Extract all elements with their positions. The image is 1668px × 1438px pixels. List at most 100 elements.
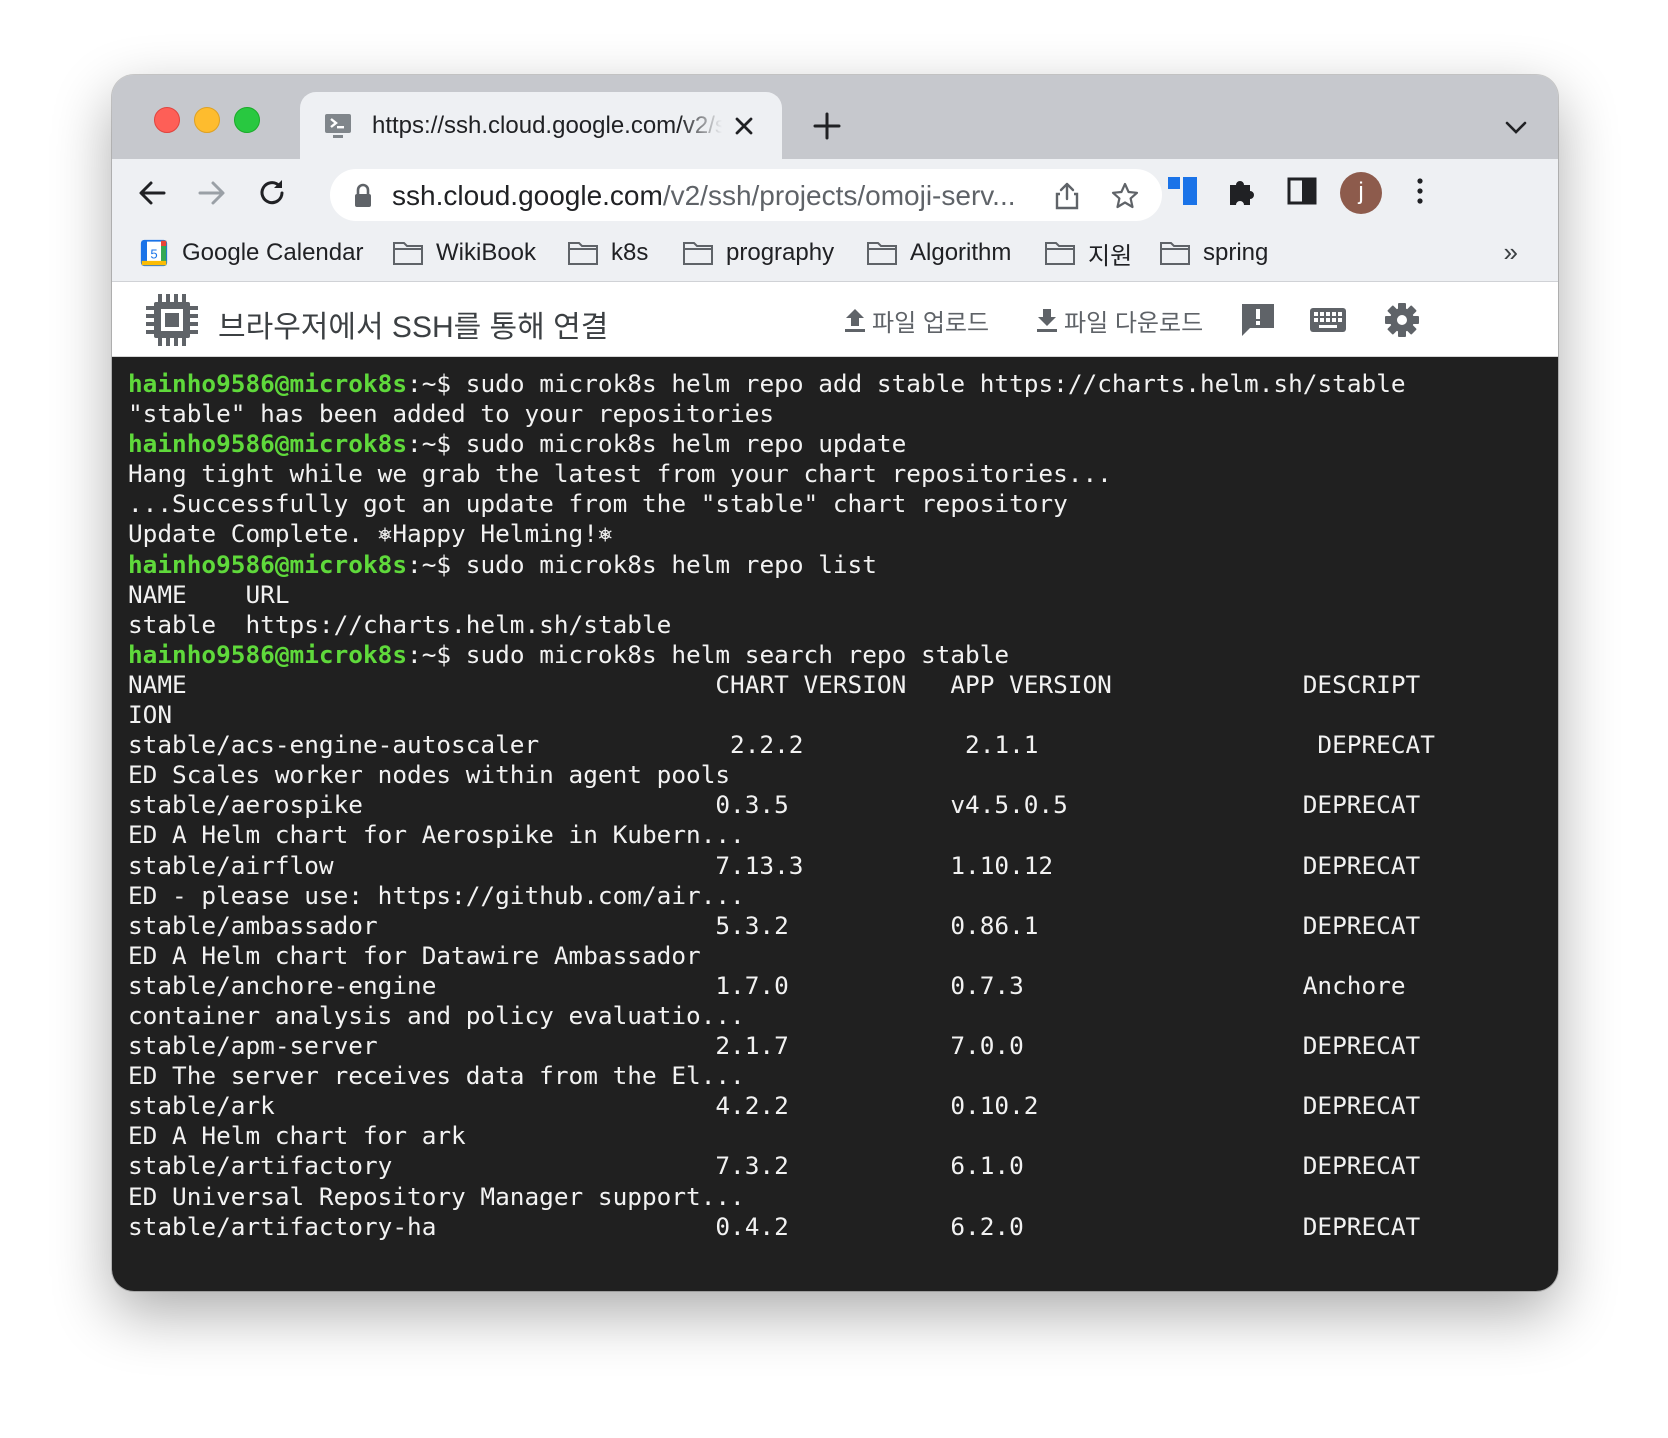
terminal-text: sudo microk8s helm repo update: [465, 429, 907, 459]
terminal-output-line: stable https://charts.helm.sh/stable: [128, 610, 1435, 640]
terminal-command-line: hainho9586@microk8s:~$ sudo microk8s hel…: [128, 550, 1435, 580]
close-tab-icon[interactable]: [728, 110, 760, 142]
terminal-text: ION: [128, 700, 173, 730]
terminal-output-line: ION: [128, 700, 1435, 730]
chevron-down-icon[interactable]: [1502, 115, 1530, 139]
bookmark-prography[interactable]: prography: [682, 235, 834, 271]
terminal-output-line: stable/ambassador 5.3.2 0.86.1 DEPRECAT: [128, 911, 1435, 941]
ssh-terminal[interactable]: hainho9586@microk8s:~$ sudo microk8s hel…: [112, 357, 1558, 1291]
terminal-text: "stable" has been added to your reposito…: [128, 399, 775, 429]
forward-icon[interactable]: [194, 175, 230, 211]
folder-icon: [1045, 242, 1075, 265]
folder-icon: [393, 242, 423, 265]
bookmark-jiwon[interactable]: 지원: [1044, 235, 1132, 271]
terminal-text: Hang tight while we grab the latest from…: [128, 459, 1112, 489]
bookmark-label: Algorithm: [910, 239, 1012, 266]
terminal-output-line: ...Successfully got an update from the "…: [128, 489, 1435, 519]
download-file-button[interactable]: 파일 다운로드: [1034, 304, 1204, 337]
profile-avatar[interactable]: j: [1340, 172, 1382, 214]
new-tab-icon[interactable]: [810, 109, 844, 143]
terminal-text: stable/acs-engine-autoscaler 2.2.2 2.1.1…: [128, 730, 1435, 760]
terminal-text: Update Complete. ⎈Happy Helming!⎈: [128, 519, 613, 549]
download-file-label: 파일 다운로드: [1064, 309, 1204, 337]
terminal-text: stable/ark 4.2.2 0.10.2 DEPRECAT: [128, 1091, 1421, 1121]
tab-strip: https://ssh.cloud.google.com/v2/ssh/proj…: [112, 75, 1558, 159]
zoom-window-button[interactable]: [234, 107, 260, 133]
terminal-command-line: hainho9586@microk8s:~$ sudo microk8s hel…: [128, 369, 1435, 399]
terminal-text: container analysis and policy evaluatio.…: [128, 1000, 745, 1030]
terminal-output-line: Update Complete. ⎈Happy Helming!⎈: [128, 519, 1435, 549]
bookmark-label: spring: [1203, 239, 1269, 266]
terminal-text: ED Scales worker nodes within agent pool…: [128, 760, 731, 790]
bookmarks-overflow-button[interactable]: »: [1504, 237, 1518, 268]
minimize-window-button[interactable]: [194, 107, 220, 133]
prompt-separator: :~$: [407, 429, 466, 459]
upload-file-label: 파일 업로드: [872, 309, 990, 337]
terminal-output-line: NAME CHART VERSION APP VERSION DESCRIPT: [128, 670, 1435, 700]
bookmark-label: prography: [726, 239, 835, 266]
bookmark-star-icon[interactable]: [1110, 181, 1140, 211]
lock-icon[interactable]: [352, 183, 374, 209]
terminal-text: stable/ambassador 5.3.2 0.86.1 DEPRECAT: [128, 910, 1421, 940]
terminal-text: ED The server receives data from the El.…: [128, 1061, 745, 1091]
terminal-text: ED A Helm chart for Datawire Ambassador: [128, 940, 701, 970]
terminal-output[interactable]: hainho9586@microk8s:~$ sudo microk8s hel…: [128, 369, 1435, 1242]
extensions-puzzle-icon[interactable]: [1224, 173, 1260, 209]
url-host: ssh.cloud.google.com: [392, 180, 663, 211]
folder-icon: [1160, 242, 1190, 265]
prompt-separator: :~$: [407, 369, 466, 398]
settings-gear-icon[interactable]: [1382, 300, 1422, 340]
terminal-text: stable/airflow 7.13.3 1.10.12 DEPRECAT: [128, 850, 1421, 880]
terminal-output-line: NAME URL: [128, 580, 1435, 610]
terminal-text: stable/artifactory 7.3.2 6.1.0 DEPRECAT: [128, 1151, 1421, 1181]
side-panel-icon[interactable]: [1284, 173, 1320, 209]
tab-active[interactable]: https://ssh.cloud.google.com/v2/ssh/proj…: [300, 92, 782, 159]
url-text[interactable]: ssh.cloud.google.com/v2/ssh/projects/omo…: [392, 180, 1042, 212]
browser-window: https://ssh.cloud.google.com/v2/ssh/proj…: [112, 75, 1558, 1291]
back-icon[interactable]: [134, 175, 170, 211]
terminal-text: sudo microk8s helm search repo stable: [465, 639, 1010, 669]
terminal-output-line: stable/apm-server 2.1.7 7.0.0 DEPRECAT: [128, 1031, 1435, 1061]
folder-icon: [683, 242, 713, 265]
download-icon: [1037, 309, 1057, 332]
bookmark-google-calendar[interactable]: 5 Google Calendar: [138, 235, 363, 271]
bookmark-wikibook[interactable]: WikiBook: [392, 235, 536, 271]
terminal-output-line: stable/artifactory-ha 0.4.2 6.2.0 DEPREC…: [128, 1212, 1435, 1242]
tab-title: https://ssh.cloud.google.com/v2/ssh/proj…: [372, 112, 722, 139]
terminal-prompt: hainho9586@microk8s: [128, 369, 408, 398]
address-bar[interactable]: ssh.cloud.google.com/v2/ssh/projects/omo…: [330, 169, 1162, 221]
bookmark-k8s[interactable]: k8s: [567, 235, 648, 271]
calendar-icon: 5: [140, 239, 168, 267]
terminal-text: stable/apm-server 2.1.7 7.0.0 DEPRECAT: [128, 1031, 1421, 1061]
terminal-text: stable/anchore-engine 1.7.0 0.7.3 Anchor…: [128, 970, 1406, 1000]
bookmark-label: k8s: [611, 239, 649, 266]
extension-blue-icon[interactable]: [1166, 173, 1202, 209]
terminal-output-line: stable/artifactory 7.3.2 6.1.0 DEPRECAT: [128, 1151, 1435, 1181]
bookmark-spring[interactable]: spring: [1159, 235, 1268, 271]
close-window-button[interactable]: [154, 107, 180, 133]
compute-engine-chip-icon: [146, 294, 198, 346]
terminal-prompt: hainho9586@microk8s: [128, 549, 408, 579]
browser-toolbar: ssh.cloud.google.com/v2/ssh/projects/omo…: [112, 159, 1558, 225]
folder-icon: [568, 242, 598, 265]
terminal-output-line: stable/anchore-engine 1.7.0 0.7.3 Anchor…: [128, 971, 1435, 1001]
bookmark-label: Google Calendar: [182, 239, 364, 266]
terminal-text: NAME URL: [128, 579, 290, 609]
terminal-output-line: ED A Helm chart for ark: [128, 1121, 1435, 1151]
keyboard-icon[interactable]: [1308, 300, 1348, 340]
reload-icon[interactable]: [254, 175, 290, 211]
more-vertical-icon[interactable]: [1402, 173, 1438, 209]
prompt-separator: :~$: [407, 639, 466, 669]
terminal-command-line: hainho9586@microk8s:~$ sudo microk8s hel…: [128, 429, 1435, 459]
share-icon[interactable]: [1052, 181, 1082, 211]
terminal-output-line: "stable" has been added to your reposito…: [128, 399, 1435, 429]
upload-file-button[interactable]: 파일 업로드: [842, 304, 990, 337]
ssh-page-title: 브라우저에서 SSH를 통해 연결: [218, 311, 609, 344]
terminal-text: ED A Helm chart for ark: [128, 1121, 466, 1151]
terminal-output-line: ED A Helm chart for Datawire Ambassador: [128, 941, 1435, 971]
terminal-text: NAME CHART VERSION APP VERSION DESCRIPT: [128, 669, 1421, 699]
terminal-output-line: ED Universal Repository Manager support.…: [128, 1182, 1435, 1212]
bookmark-algorithm[interactable]: Algorithm: [866, 235, 1011, 271]
upload-icon: [845, 309, 865, 332]
feedback-icon[interactable]: [1238, 300, 1278, 340]
